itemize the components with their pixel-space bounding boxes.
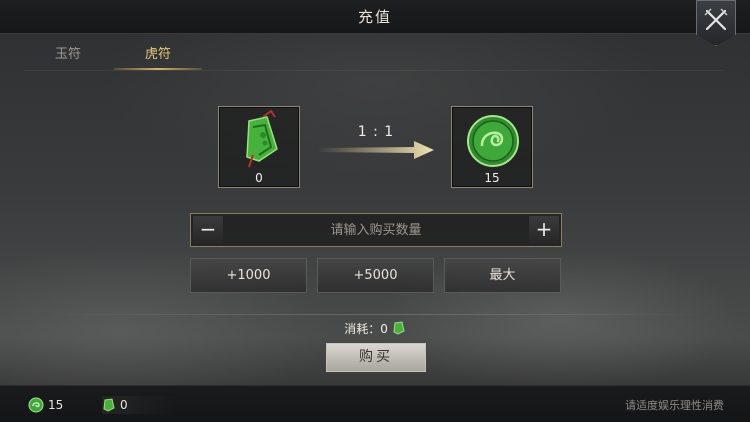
crossed-swords-icon (704, 8, 728, 31)
quantity-input[interactable] (227, 214, 525, 246)
dragon-coin-icon (28, 397, 44, 413)
cost-value: 0 (380, 322, 388, 336)
page-title: 充值 (357, 8, 392, 26)
tab-divider (24, 70, 724, 71)
target-item-quantity: 15 (484, 171, 500, 185)
coin-count: 15 (48, 398, 64, 412)
cost-display: 消耗：0 (300, 320, 450, 337)
jade-token-icon (393, 321, 405, 335)
title-bar: 充值 (0, 0, 750, 34)
add-1000-button[interactable]: +1000 (190, 258, 307, 293)
decrease-button[interactable]: − (193, 216, 223, 244)
tab-tiger-token[interactable]: 虎符 (114, 42, 202, 70)
jade-count: 0 (120, 398, 128, 412)
tab-bar: 玉符 虎符 (24, 42, 204, 70)
coin-balance: 15 (28, 396, 108, 414)
source-item-slot[interactable]: 0 (218, 106, 300, 188)
arrow-right-icon (318, 141, 434, 159)
jade-balance: 0 (102, 396, 178, 414)
moderation-notice: 请适度娱乐理性消费 (625, 399, 724, 412)
buy-button[interactable]: 购买 (326, 343, 426, 372)
cost-label: 消耗： (344, 322, 381, 336)
section-divider (42, 314, 708, 315)
dragon-coin-icon (467, 115, 519, 167)
max-button[interactable]: 最大 (444, 258, 561, 293)
tab-jade-token[interactable]: 玉符 (24, 42, 112, 70)
jade-token-icon (103, 398, 115, 412)
jade-token-icon (246, 109, 278, 168)
add-5000-button[interactable]: +5000 (317, 258, 434, 293)
resource-bar: 15 0 请适度娱乐理性消费 (0, 385, 750, 422)
increase-button[interactable]: + (529, 216, 559, 244)
source-item-quantity: 0 (255, 171, 263, 185)
quantity-stepper: − + (190, 213, 562, 247)
target-item-slot[interactable]: 15 (451, 106, 533, 188)
